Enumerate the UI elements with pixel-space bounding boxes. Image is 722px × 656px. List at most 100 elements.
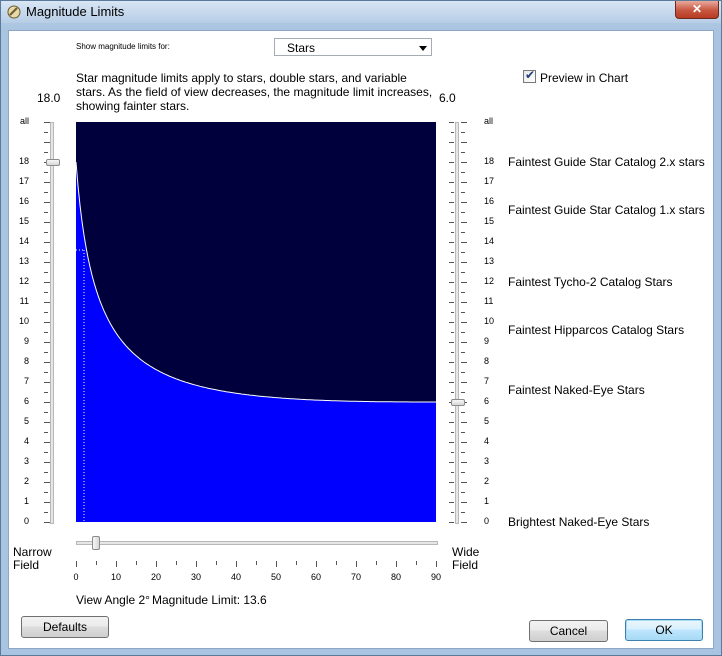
close-icon[interactable]: ✕ <box>692 2 702 16</box>
magnitude-tick-label: 13 <box>18 256 29 266</box>
magnitude-tick-mark <box>461 232 465 233</box>
magnitude-tick-label: 7 <box>484 376 490 386</box>
magnitude-tick-mark <box>461 222 467 223</box>
description-text: Star magnitude limits apply to stars, do… <box>76 71 433 113</box>
magnitude-tick-mark <box>44 292 48 293</box>
magnitude-tick-mark <box>461 392 465 393</box>
magnitude-tick-mark <box>44 432 48 433</box>
preview-checkbox[interactable]: ✔ <box>523 68 536 83</box>
view-angle-tick-mark <box>396 561 397 567</box>
magnitude-tick-label: 4 <box>484 436 490 446</box>
magnitude-tick-label: 1 <box>23 496 29 506</box>
magnitude-tick-mark <box>461 132 465 133</box>
magnitude-tick-mark <box>449 142 454 143</box>
app-icon <box>7 5 21 19</box>
magnitude-tick-mark <box>449 162 454 163</box>
magnitude-tick-mark <box>461 312 465 313</box>
close-button[interactable]: ✕ <box>675 1 719 19</box>
view-angle-readout: View Angle 2° <box>76 593 150 607</box>
magnitude-tick-mark <box>449 322 454 323</box>
left-slider-thumb[interactable] <box>46 159 60 166</box>
view-angle-slider-thumb[interactable] <box>92 536 100 550</box>
wide-field-label-1: Wide <box>452 545 480 559</box>
magnitude-tick-mark <box>44 172 48 173</box>
view-angle-tick-label: 90 <box>430 572 441 582</box>
view-angle-tick-mark <box>296 561 297 565</box>
object-type-value: Stars <box>287 41 316 55</box>
magnitude-tick-mark <box>461 362 467 363</box>
magnitude-tick-mark <box>44 272 48 273</box>
magnitude-tick-mark <box>449 462 454 463</box>
right-slider-thumb[interactable] <box>451 399 465 406</box>
magnitude-tick-mark <box>451 452 454 453</box>
magnitude-tick-label: 18 <box>484 156 495 166</box>
magnitude-tick-label: 5 <box>484 416 490 426</box>
magnitude-tick-mark <box>461 502 467 503</box>
view-angle-tick-mark <box>376 561 377 565</box>
magnitude-tick-mark <box>451 152 454 153</box>
narrow-field-label-1: Narrow <box>13 545 52 559</box>
preview-label: Preview in Chart <box>540 71 629 85</box>
magnitude-tick-mark <box>44 372 48 373</box>
magnitude-tick-mark <box>44 452 48 453</box>
magnitude-tick-mark <box>461 162 467 163</box>
magnitude-tick-mark <box>451 312 454 313</box>
magnitude-tick-mark <box>44 192 48 193</box>
view-angle-tick-mark <box>316 561 317 567</box>
magnitude-tick-mark <box>451 212 454 213</box>
magnitude-tick-label: 13 <box>484 256 495 266</box>
magnitude-tick-mark <box>449 182 454 183</box>
magnitude-tick-label: 5 <box>23 416 29 426</box>
view-angle-tick-label: 50 <box>270 572 281 582</box>
magnitude-tick-mark <box>451 252 454 253</box>
magnitude-tick-mark <box>451 372 454 373</box>
magnitude-tick-mark <box>44 252 48 253</box>
magnitude-tick-mark <box>449 222 454 223</box>
magnitude-tick-mark <box>449 262 454 263</box>
magnitude-tick-mark <box>449 482 454 483</box>
object-type-select[interactable]: Stars <box>274 38 432 56</box>
cancel-button[interactable]: Cancel <box>529 620 608 642</box>
magnitude-tick-mark <box>461 282 467 283</box>
view-angle-tick-mark <box>416 561 417 565</box>
magnitude-tick-mark <box>461 182 467 183</box>
view-angle-tick-mark <box>76 561 77 567</box>
magnitude-tick-label: 10 <box>484 316 495 326</box>
magnitude-tick-mark <box>461 272 465 273</box>
view-angle-tick-label: 70 <box>350 572 361 582</box>
view-angle-tick-mark <box>436 561 437 567</box>
magnitude-tick-mark <box>451 192 454 193</box>
defaults-button[interactable]: Defaults <box>21 616 109 638</box>
view-angle-slider-track[interactable] <box>76 541 438 545</box>
left-slider-value: 18.0 <box>37 91 61 105</box>
magnitude-tick-label: 16 <box>484 196 495 206</box>
magnitude-tick-label: 3 <box>23 456 29 466</box>
magnitude-tick-mark <box>451 332 454 333</box>
magnitude-tick-mark <box>451 492 454 493</box>
magnitude-tick-mark <box>44 472 48 473</box>
title-bar: Magnitude Limits ✕ <box>1 1 721 23</box>
catalog-label: Faintest Naked-Eye Stars <box>508 383 645 397</box>
view-angle-tick-label: 10 <box>110 572 121 582</box>
magnitude-tick-mark <box>461 142 467 143</box>
magnitude-tick-mark <box>461 262 467 263</box>
magnitude-tick-mark <box>44 312 48 313</box>
magnitude-tick-mark <box>451 472 454 473</box>
wide-field-label-2: Field <box>452 558 479 572</box>
magnitude-tick-mark <box>449 342 454 343</box>
magnitude-tick-mark <box>461 342 467 343</box>
magnitude-tick-mark <box>461 352 465 353</box>
ok-button[interactable]: OK <box>625 619 703 641</box>
catalog-label: Brightest Naked-Eye Stars <box>508 515 650 529</box>
left-slider-track[interactable] <box>50 122 54 524</box>
magnitude-tick-mark <box>451 292 454 293</box>
magnitude-tick-label: 11 <box>484 296 494 306</box>
view-angle-tick-label: 0 <box>73 572 79 582</box>
view-angle-tick-mark <box>136 561 137 565</box>
right-slider-track[interactable] <box>455 122 459 524</box>
magnitude-tick-label: 0 <box>484 516 490 526</box>
magnitude-tick-label: 9 <box>484 336 490 346</box>
view-angle-tick-mark <box>96 561 97 565</box>
magnitude-tick-mark <box>451 412 454 413</box>
magnitude-tick-mark <box>461 382 467 383</box>
